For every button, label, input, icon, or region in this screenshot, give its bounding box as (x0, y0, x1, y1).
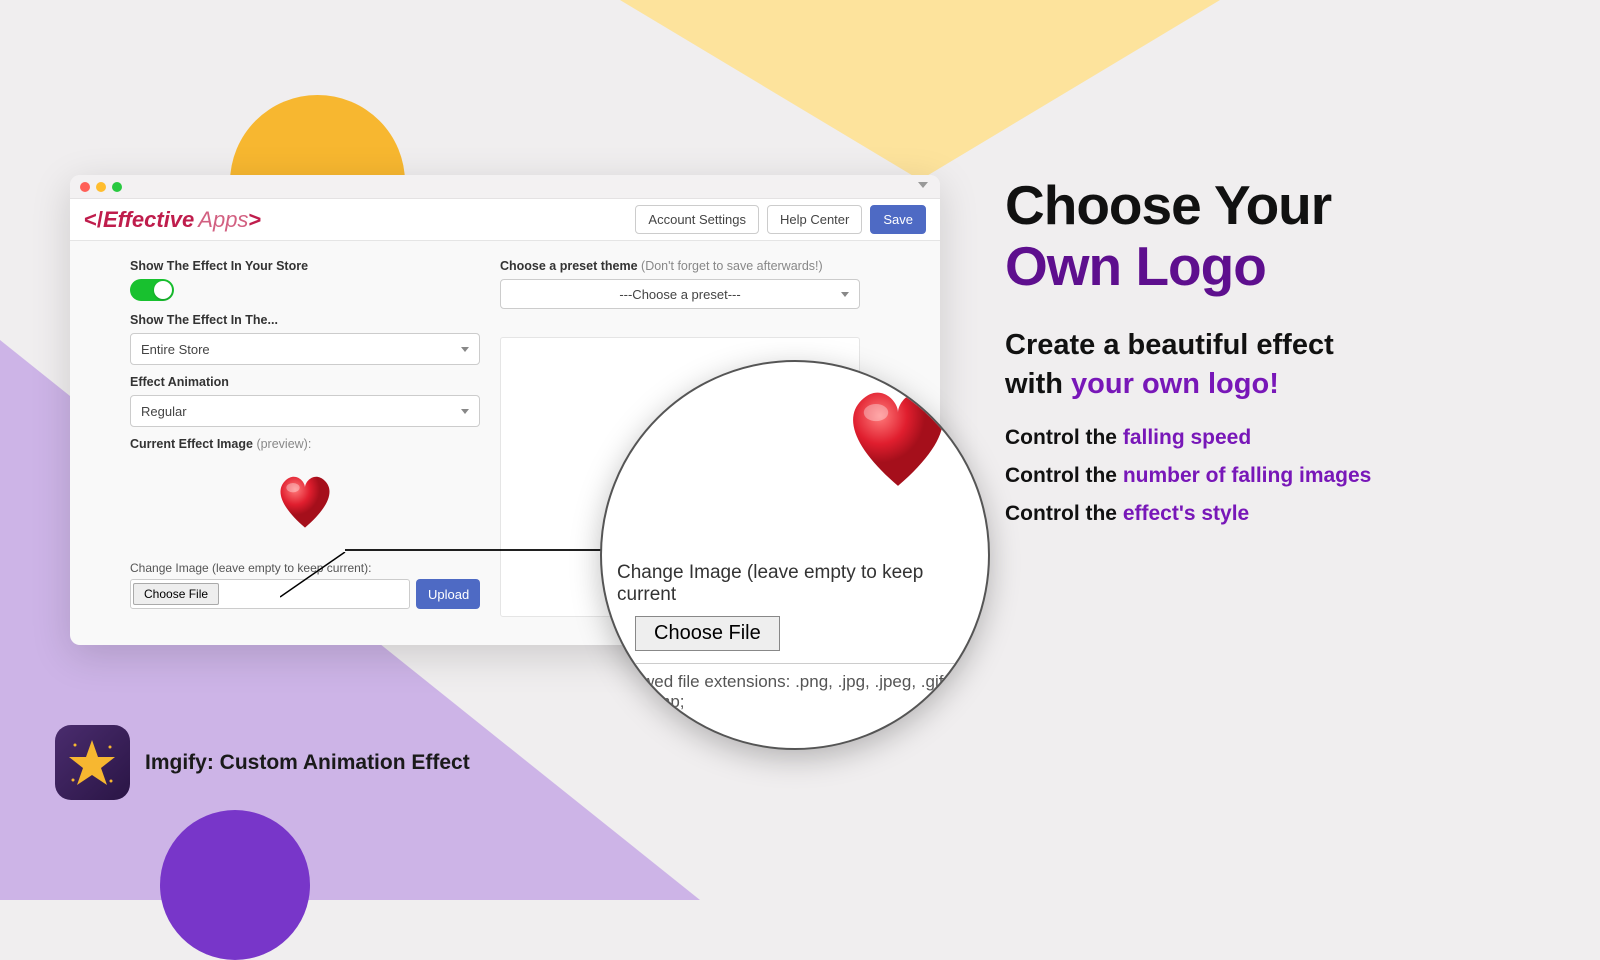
headline-line1: Choose Your (1005, 174, 1331, 236)
window-maximize-icon[interactable] (112, 182, 122, 192)
feat1-b: falling speed (1123, 426, 1251, 449)
app-header: </ Effective Apps > Account Settings Hel… (70, 199, 940, 241)
window-minimize-icon[interactable] (96, 182, 106, 192)
feat1-a: Control the (1005, 426, 1123, 449)
chevron-down-icon[interactable] (918, 182, 928, 188)
show-in-value: Entire Store (141, 342, 210, 357)
preview-hint: (preview): (256, 437, 311, 451)
marketing-copy: Choose Your Own Logo Create a beautiful … (1005, 175, 1565, 526)
show-effect-label: Show The Effect In Your Store (130, 259, 490, 273)
animation-select[interactable]: Regular (130, 395, 480, 427)
show-in-label: Show The Effect In The... (130, 313, 490, 327)
mag-choose-file-button[interactable]: Choose File (635, 616, 780, 651)
mag-speed-label: Speed (672, 742, 977, 750)
app-name-label: Imgify: Custom Animation Effect (145, 751, 470, 775)
bg-circle-purple (160, 810, 310, 960)
help-center-button[interactable]: Help Center (767, 205, 862, 234)
subheadline: Create a beautiful effect with your own … (1005, 326, 1565, 404)
connector-diag (280, 552, 350, 602)
mag-divider (617, 663, 957, 664)
magnifier-circle: Change Image (leave empty to keep curren… (600, 360, 990, 750)
feature-3: Control the effect's style (1005, 502, 1565, 526)
preset-label: Choose a preset theme (500, 259, 638, 273)
show-effect-toggle[interactable] (130, 279, 174, 301)
bg-triangle-yellow (620, 0, 1220, 180)
sub-line2b: your own logo! (1071, 368, 1279, 400)
show-in-select[interactable]: Entire Store (130, 333, 480, 365)
sub-line1: Create a beautiful effect (1005, 329, 1334, 361)
preset-select[interactable]: ---Choose a preset--- (500, 279, 860, 309)
app-icon (55, 725, 130, 800)
mag-change-label: Change Image (leave empty to keep curren… (617, 562, 977, 606)
logo-text-apps: Apps (198, 207, 248, 233)
feat3-b: effect's style (1123, 502, 1249, 525)
animation-label: Effect Animation (130, 375, 490, 389)
account-settings-button[interactable]: Account Settings (635, 205, 759, 234)
sub-line2a: with (1005, 368, 1071, 400)
window-titlebar (70, 175, 940, 199)
feature-1: Control the falling speed (1005, 426, 1565, 450)
feat2-a: Control the (1005, 464, 1123, 487)
heart-icon (270, 471, 340, 531)
app-logo: </ Effective Apps > (84, 207, 261, 233)
feature-2: Control the number of falling images (1005, 464, 1565, 488)
headline-line2: Own Logo (1005, 235, 1266, 297)
save-button[interactable]: Save (870, 205, 926, 234)
mag-extensions-text: wed file extensions: .png, .jpg, .jpeg, … (642, 672, 977, 712)
feat3-a: Control the (1005, 502, 1123, 525)
window-close-icon[interactable] (80, 182, 90, 192)
animation-value: Regular (141, 404, 187, 419)
headline: Choose Your Own Logo (1005, 175, 1565, 296)
preset-value: ---Choose a preset--- (619, 287, 740, 302)
feat2-b: number of falling images (1123, 464, 1372, 487)
preset-hint: (Don't forget to save afterwards!) (641, 259, 823, 273)
logo-bracket-open: </ (84, 207, 103, 233)
choose-file-button[interactable]: Choose File (133, 583, 219, 605)
logo-bracket-close: > (248, 207, 261, 233)
preview-label: Current Effect Image (130, 437, 253, 451)
logo-text-effective: Effective (103, 207, 194, 233)
